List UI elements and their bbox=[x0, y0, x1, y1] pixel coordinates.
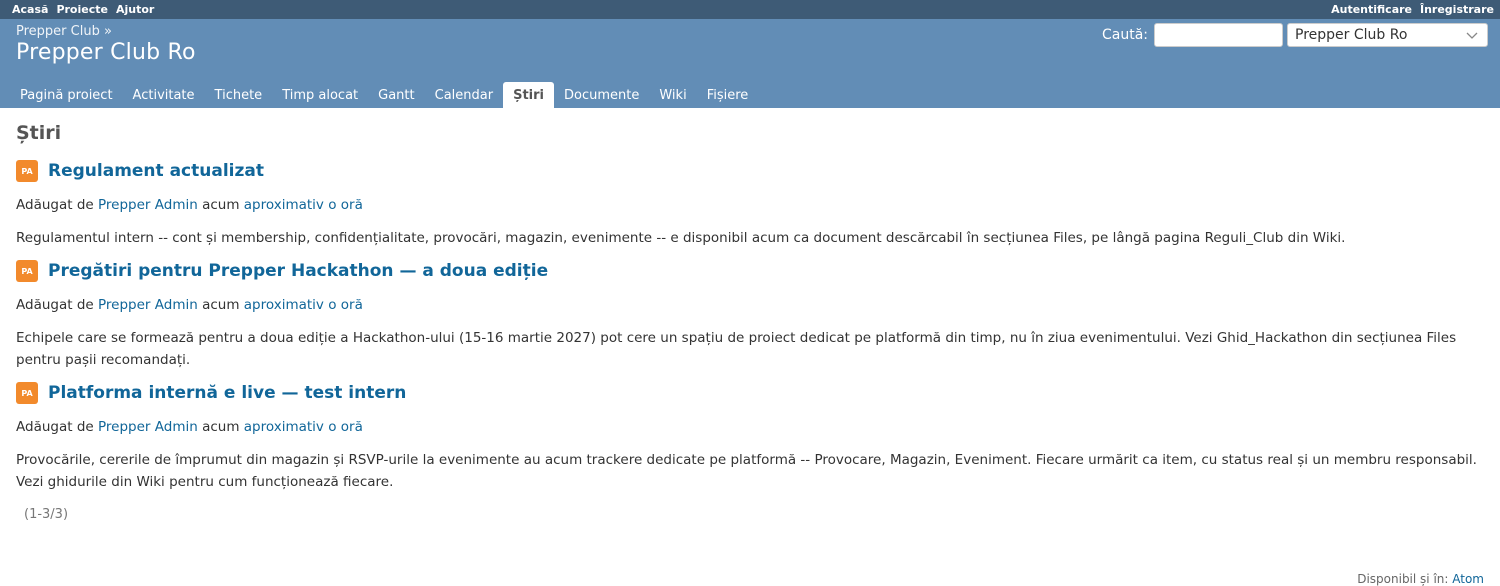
page-title: Știri bbox=[16, 122, 62, 144]
author-link[interactable]: Prepper Admin bbox=[98, 419, 198, 435]
login-link[interactable]: Autentificare bbox=[1331, 3, 1412, 16]
atom-feed-link[interactable]: Atom bbox=[1452, 572, 1484, 586]
author-link[interactable]: Prepper Admin bbox=[98, 197, 198, 213]
added-by-label: Adăugat de bbox=[16, 297, 94, 313]
time-link[interactable]: aproximativ o oră bbox=[244, 197, 363, 213]
added-by-label: Adăugat de bbox=[16, 197, 94, 213]
tab-9[interactable]: Fișiere bbox=[697, 82, 759, 108]
tab-7[interactable]: Documente bbox=[554, 82, 649, 108]
news-title-row: PA Platforma internă e live — test intern bbox=[16, 382, 1484, 404]
author-avatar: PA bbox=[16, 160, 38, 182]
tab-5[interactable]: Calendar bbox=[425, 82, 503, 108]
news-author-line: Adăugat de Prepper Admin acum aproximati… bbox=[16, 295, 1484, 315]
ago-label: acum bbox=[202, 197, 240, 213]
tab-2[interactable]: Tichete bbox=[205, 82, 273, 108]
search-label: Caută: bbox=[1101, 27, 1148, 43]
author-avatar: PA bbox=[16, 260, 38, 282]
news-list: PA Regulament actualizat Adăugat de Preppe… bbox=[16, 160, 1484, 493]
author-link[interactable]: Prepper Admin bbox=[98, 297, 198, 313]
news-author-line: Adăugat de Prepper Admin acum aproximati… bbox=[16, 417, 1484, 437]
top-menu-home-link[interactable]: Acasă bbox=[12, 3, 48, 16]
other-formats-label: Disponibil și în: bbox=[1357, 572, 1449, 586]
news-item: PA Pregătiri pentru Prepper Hackathon — a… bbox=[16, 260, 1484, 371]
tab-4[interactable]: Gantt bbox=[368, 82, 424, 108]
other-formats: Disponibil și în: Atom bbox=[1357, 572, 1484, 586]
register-link[interactable]: Înregistrare bbox=[1420, 3, 1494, 16]
header: Prepper Club » Prepper Club Ro Caută: Pr… bbox=[0, 19, 1500, 108]
content: Știri PA Regulament actualizat Adăugat de … bbox=[0, 108, 1500, 586]
news-title-link[interactable]: Pregătiri pentru Prepper Hackathon — a d… bbox=[48, 261, 548, 281]
news-summary: Regulamentul intern -- cont și membershi… bbox=[16, 230, 1346, 246]
top-menu-help-link[interactable]: Ajutor bbox=[116, 3, 154, 16]
news-summary: Provocările, cererile de împrumut din ma… bbox=[16, 452, 1477, 490]
chevron-down-icon bbox=[1466, 32, 1478, 39]
news-title-row: PA Pregătiri pentru Prepper Hackathon — a… bbox=[16, 260, 1484, 282]
top-menu-right: Autentificare Înregistrare bbox=[1331, 3, 1494, 16]
top-menu-projects-link[interactable]: Proiecte bbox=[56, 3, 108, 16]
project-title: Prepper Club Ro bbox=[16, 40, 196, 65]
author-avatar: PA bbox=[16, 382, 38, 404]
breadcrumb[interactable]: Prepper Club » bbox=[16, 24, 112, 39]
quick-search: Caută: Prepper Club Ro bbox=[1102, 23, 1488, 47]
news-item: PA Platforma internă e live — test intern… bbox=[16, 382, 1484, 493]
pagination-count: (1-3/3) bbox=[24, 507, 69, 522]
tab-8[interactable]: Wiki bbox=[649, 82, 696, 108]
news-summary: Echipele care se formează pentru a doua … bbox=[16, 330, 1457, 368]
added-by-label: Adăugat de bbox=[16, 419, 94, 435]
main-menu: Pagină proiect Activitate Tichete Timp aloc… bbox=[10, 82, 758, 108]
top-menu-left: Acasă Proiecte Ajutor bbox=[12, 3, 154, 16]
news-title-row: PA Regulament actualizat bbox=[16, 160, 1484, 182]
tab-1[interactable]: Activitate bbox=[123, 82, 205, 108]
tab-6[interactable]: Știri bbox=[503, 82, 554, 108]
tab-0[interactable]: Pagină proiect bbox=[10, 82, 123, 108]
news-author-line: Adăugat de Prepper Admin acum aproximati… bbox=[16, 195, 1484, 215]
project-jump-select[interactable]: Prepper Club Ro bbox=[1287, 23, 1488, 47]
time-link[interactable]: aproximativ o oră bbox=[244, 297, 363, 313]
search-input[interactable] bbox=[1154, 23, 1283, 47]
top-menu: Acasă Proiecte Ajutor Autentificare Înre… bbox=[0, 0, 1500, 19]
ago-label: acum bbox=[202, 419, 240, 435]
time-link[interactable]: aproximativ o oră bbox=[244, 419, 363, 435]
project-jump-selected: Prepper Club Ro bbox=[1295, 27, 1408, 43]
news-item: PA Regulament actualizat Adăugat de Preppe… bbox=[16, 160, 1484, 249]
news-title-link[interactable]: Regulament actualizat bbox=[48, 161, 264, 181]
news-title-link[interactable]: Platforma internă e live — test intern bbox=[48, 383, 406, 403]
tab-3[interactable]: Timp alocat bbox=[272, 82, 368, 108]
ago-label: acum bbox=[202, 297, 240, 313]
